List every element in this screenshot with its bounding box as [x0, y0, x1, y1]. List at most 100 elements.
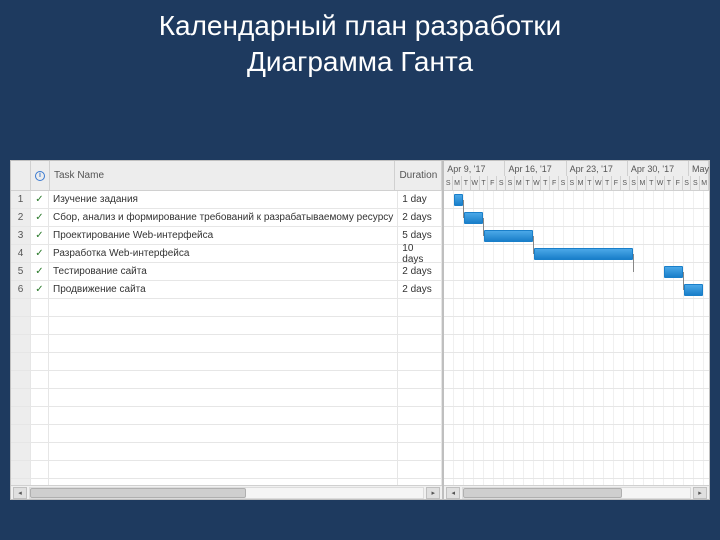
- task-row[interactable]: 5✓Тестирование сайта2 days: [11, 263, 442, 281]
- task-name-cell[interactable]: Сбор, анализ и формирование требований к…: [49, 209, 398, 226]
- scroll-right-button[interactable]: ▸: [426, 487, 440, 499]
- task-row[interactable]: 3✓Проектирование Web-интерфейса5 days: [11, 227, 442, 245]
- task-row-empty[interactable]: [11, 317, 442, 335]
- timeline-day-cell[interactable]: S: [559, 176, 568, 190]
- scroll-track[interactable]: [29, 487, 424, 499]
- timeline-day-cell[interactable]: T: [462, 176, 471, 190]
- task-name-cell[interactable]: Изучение задания: [49, 191, 398, 208]
- timeline-day-cell[interactable]: F: [674, 176, 683, 190]
- row-number[interactable]: 2: [11, 209, 31, 226]
- timeline-day-cell[interactable]: T: [586, 176, 595, 190]
- task-name-cell[interactable]: Проектирование Web-интерфейса: [49, 227, 398, 244]
- timeline-day-cell[interactable]: F: [612, 176, 621, 190]
- row-number[interactable]: [11, 461, 31, 478]
- row-number[interactable]: [11, 425, 31, 442]
- gantt-row[interactable]: [444, 443, 709, 461]
- timeline-day-cell[interactable]: T: [603, 176, 612, 190]
- timeline-day-cell[interactable]: S: [506, 176, 515, 190]
- gantt-hscrollbar[interactable]: ◂ ▸: [444, 485, 709, 499]
- task-row-empty[interactable]: [11, 371, 442, 389]
- scroll-right-button[interactable]: ▸: [693, 487, 707, 499]
- task-row-empty[interactable]: [11, 425, 442, 443]
- task-row-empty[interactable]: [11, 335, 442, 353]
- gantt-bar[interactable]: [684, 284, 703, 296]
- task-duration-cell[interactable]: 2 days: [398, 209, 442, 226]
- task-duration-cell[interactable]: 2 days: [398, 281, 442, 298]
- gantt-row[interactable]: [444, 281, 709, 299]
- row-number[interactable]: 5: [11, 263, 31, 280]
- task-name-cell[interactable]: Разработка Web-интерфейса: [49, 245, 398, 262]
- timeline-day-cell[interactable]: S: [691, 176, 700, 190]
- timeline-week-label[interactable]: Apr 16, '17: [505, 161, 566, 176]
- timeline-day-cell[interactable]: F: [488, 176, 497, 190]
- scroll-left-button[interactable]: ◂: [446, 487, 460, 499]
- task-row[interactable]: 6✓Продвижение сайта2 days: [11, 281, 442, 299]
- scroll-thumb[interactable]: [30, 488, 246, 498]
- row-number[interactable]: [11, 443, 31, 460]
- timeline-week-label[interactable]: Apr 30, '17: [628, 161, 689, 176]
- scroll-left-button[interactable]: ◂: [13, 487, 27, 499]
- row-number[interactable]: [11, 335, 31, 352]
- timeline-day-cell[interactable]: W: [656, 176, 665, 190]
- task-row[interactable]: 1✓Изучение задания1 day: [11, 191, 442, 209]
- row-number[interactable]: 4: [11, 245, 31, 262]
- timeline-day-cell[interactable]: S: [444, 176, 453, 190]
- scroll-track[interactable]: [462, 487, 691, 499]
- timeline-day-cell[interactable]: M: [700, 176, 709, 190]
- task-duration-cell[interactable]: 1 day: [398, 191, 442, 208]
- task-row-empty[interactable]: [11, 353, 442, 371]
- timeline-day-cell[interactable]: W: [594, 176, 603, 190]
- timeline-day-cell[interactable]: M: [453, 176, 462, 190]
- task-row[interactable]: 2✓Сбор, анализ и формирование требований…: [11, 209, 442, 227]
- timeline-day-cell[interactable]: F: [550, 176, 559, 190]
- row-number[interactable]: 3: [11, 227, 31, 244]
- timeline-day-cell[interactable]: S: [621, 176, 630, 190]
- gantt-bar[interactable]: [664, 266, 683, 278]
- task-row-empty[interactable]: [11, 461, 442, 479]
- timeline-day-cell[interactable]: W: [471, 176, 480, 190]
- gantt-row[interactable]: [444, 191, 709, 209]
- gantt-row[interactable]: [444, 335, 709, 353]
- gantt-bar[interactable]: [534, 248, 633, 260]
- row-number[interactable]: [11, 317, 31, 334]
- timeline-week-label[interactable]: Apr 23, '17: [567, 161, 628, 176]
- timeline-day-cell[interactable]: M: [638, 176, 647, 190]
- timeline-day-cell[interactable]: M: [577, 176, 586, 190]
- row-number[interactable]: [11, 353, 31, 370]
- gantt-row[interactable]: [444, 389, 709, 407]
- task-row-empty[interactable]: [11, 479, 442, 485]
- col-header-duration[interactable]: Duration: [395, 161, 442, 190]
- gantt-row[interactable]: [444, 299, 709, 317]
- gantt-row[interactable]: [444, 317, 709, 335]
- timeline-day-cell[interactable]: M: [515, 176, 524, 190]
- gantt-row[interactable]: [444, 461, 709, 479]
- timeline-day-cell[interactable]: S: [630, 176, 639, 190]
- timeline-day-cell[interactable]: T: [480, 176, 489, 190]
- gantt-bar[interactable]: [484, 230, 533, 242]
- timeline-day-cell[interactable]: T: [541, 176, 550, 190]
- gantt-row[interactable]: [444, 407, 709, 425]
- scroll-thumb[interactable]: [463, 488, 622, 498]
- row-number[interactable]: [11, 479, 31, 485]
- task-row-empty[interactable]: [11, 389, 442, 407]
- timeline-week-label[interactable]: Apr 9, '17: [444, 161, 505, 176]
- gantt-row[interactable]: [444, 425, 709, 443]
- task-name-cell[interactable]: Тестирование сайта: [49, 263, 398, 280]
- task-row[interactable]: 4✓Разработка Web-интерфейса10 days: [11, 245, 442, 263]
- col-header-task-name[interactable]: Task Name: [50, 161, 395, 190]
- row-number[interactable]: 1: [11, 191, 31, 208]
- timeline-day-cell[interactable]: T: [647, 176, 656, 190]
- col-header-rownum[interactable]: [11, 161, 31, 190]
- timeline-day-cell[interactable]: S: [683, 176, 692, 190]
- task-duration-cell[interactable]: 2 days: [398, 263, 442, 280]
- task-row-empty[interactable]: [11, 299, 442, 317]
- timeline-day-cell[interactable]: W: [533, 176, 542, 190]
- timeline-day-cell[interactable]: S: [568, 176, 577, 190]
- task-row-empty[interactable]: [11, 443, 442, 461]
- gantt-bar[interactable]: [454, 194, 463, 206]
- task-name-cell[interactable]: Продвижение сайта: [49, 281, 398, 298]
- row-number[interactable]: [11, 389, 31, 406]
- timeline-day-cell[interactable]: S: [497, 176, 506, 190]
- row-number[interactable]: [11, 299, 31, 316]
- timeline-week-label[interactable]: May 7,: [689, 161, 709, 176]
